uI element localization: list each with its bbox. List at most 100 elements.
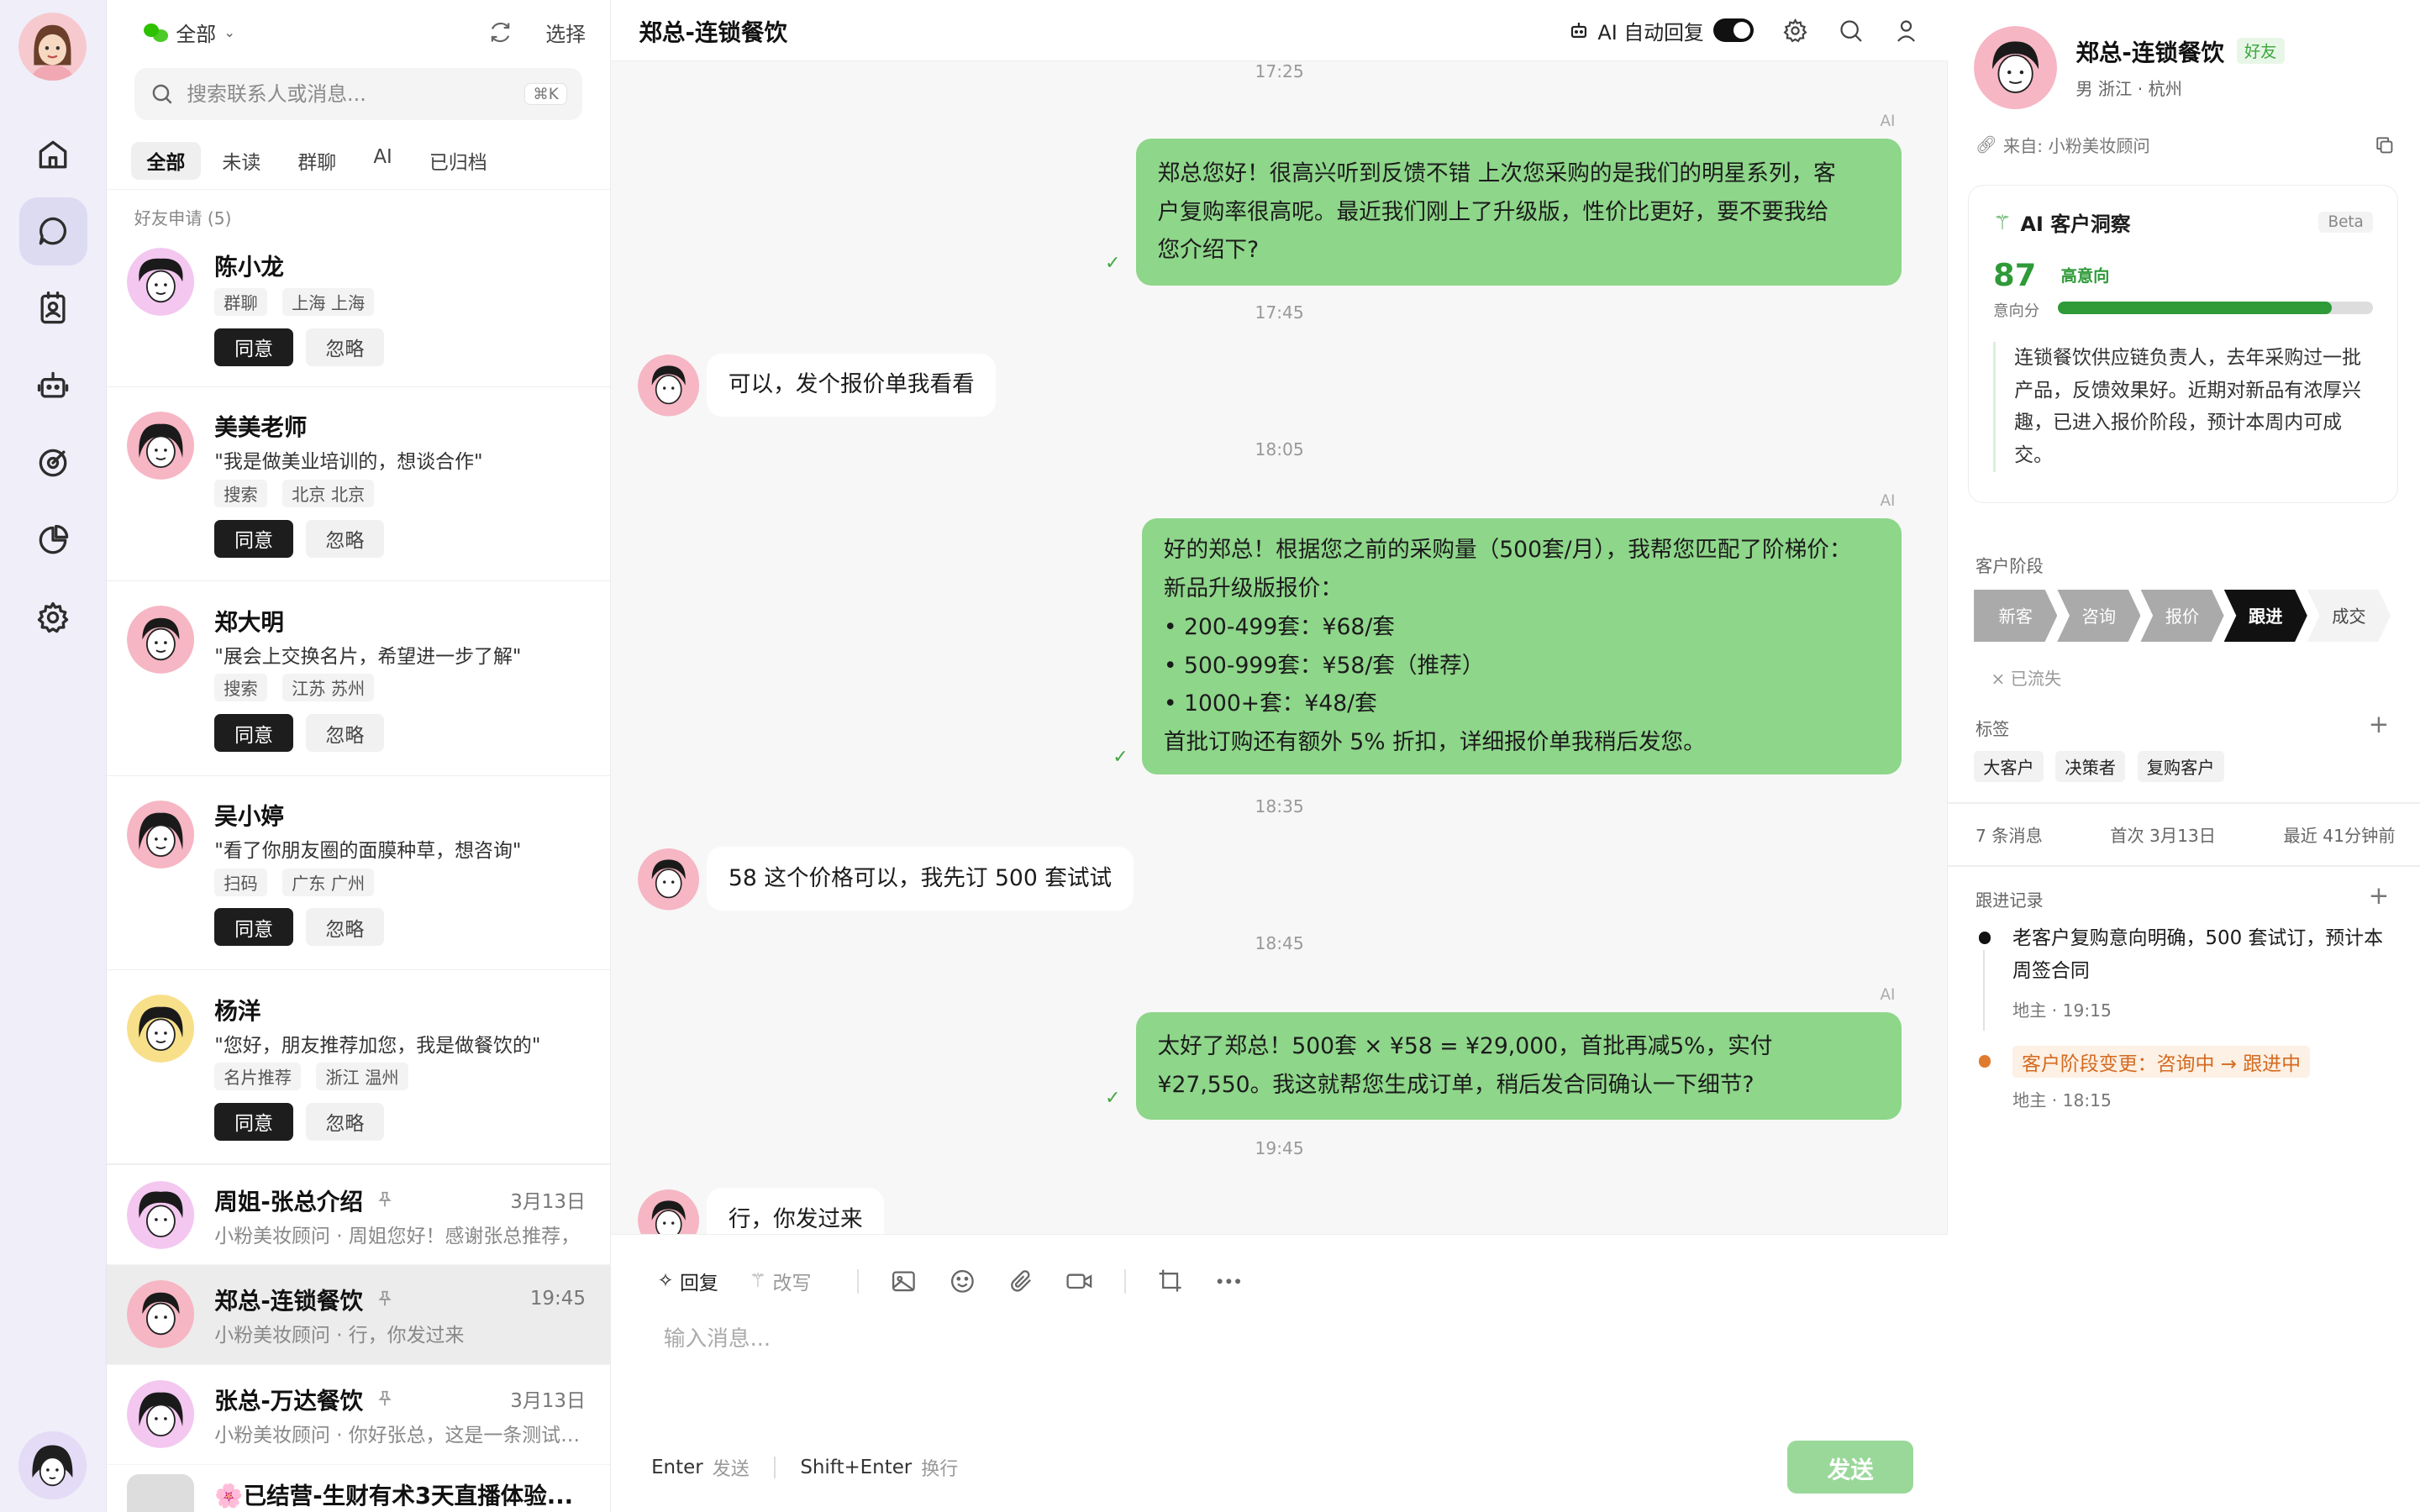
message-input[interactable]	[663, 1321, 1899, 1415]
request-name: 吴小婷	[214, 803, 284, 831]
nav-chat[interactable]	[18, 197, 87, 265]
conversation-name: 🌸已结营-生财有术3天直播体验...	[214, 1482, 574, 1509]
user-avatar[interactable]	[18, 12, 87, 81]
stage-2[interactable]: 咨询	[2057, 590, 2140, 642]
timestamp: 18:45	[1255, 933, 1304, 954]
nav-target[interactable]	[19, 429, 87, 497]
message-bubble-outgoing[interactable]: 郑总您好！很高兴听到反馈不错 上次您采购的是我们的明星系列，客 户复购率很高呢。…	[1135, 139, 1902, 286]
search-box: ⌘K	[134, 67, 583, 121]
select-button[interactable]: 选择	[545, 18, 586, 47]
agree-button[interactable]: 同意	[214, 328, 293, 366]
conversation-item[interactable]: 张总-万达餐饮 3月13日 小粉美妆顾问 · 你好张总，这是一条测试消息	[106, 1365, 611, 1466]
mark-lost-button[interactable]: × 已流失	[1991, 665, 2061, 690]
ignore-button[interactable]: 忽略	[305, 714, 385, 752]
message-bubble-incoming[interactable]: 行，你发过来	[707, 1188, 885, 1235]
ai-auto-reply: AI 自动回复	[1569, 16, 1754, 45]
more-icon	[1218, 1278, 1241, 1284]
rewrite-mode-button[interactable]: ⚚ 改写	[750, 1267, 812, 1295]
conversation-item[interactable]: 周姐-张总介绍 3月13日 小粉美妆顾问 · 周姐您好！感谢张总推荐，	[106, 1164, 611, 1265]
customer-tag[interactable]: 大客户	[1974, 751, 2044, 782]
contact-avatar	[637, 1189, 699, 1235]
ignore-button[interactable]: 忽略	[305, 1102, 385, 1141]
more-button[interactable]	[1213, 1266, 1244, 1297]
add-tag-button[interactable]: +	[2369, 710, 2390, 738]
ignore-button[interactable]: 忽略	[305, 908, 385, 947]
timestamp: 18:35	[1255, 795, 1304, 816]
contacts-icon	[40, 291, 66, 324]
message-line: 行，你发过来	[728, 1205, 863, 1232]
conversation-item-active[interactable]: 郑总-连锁餐饮 19:45 小粉美妆顾问 · 行，你发过来	[106, 1264, 611, 1366]
account-avatar[interactable]	[18, 1431, 87, 1500]
message-bubble-incoming[interactable]: 58 这个价格可以，我先订 500 套试试	[707, 847, 1134, 911]
agree-button[interactable]: 同意	[214, 519, 293, 558]
keyboard-hints: Enter 发送 Shift+Enter 换行	[651, 1454, 974, 1481]
customer-tag[interactable]: 复购客户	[2137, 751, 2224, 782]
agree-button[interactable]: 同意	[214, 714, 293, 752]
video-button[interactable]	[1064, 1266, 1095, 1297]
ai-auto-reply-toggle[interactable]	[1712, 18, 1754, 42]
stage-4[interactable]: 跟进	[2224, 590, 2307, 642]
conversation-preview: 小粉美妆顾问 · 行，你发过来	[214, 1324, 465, 1347]
timestamp: 19:45	[1255, 1138, 1304, 1159]
tab-groups[interactable]: 群聊	[282, 142, 352, 180]
contact-profile-button[interactable]	[1892, 17, 1920, 45]
account-filter-dropdown[interactable]: 全部 ⌄	[143, 18, 235, 47]
tab-all[interactable]: 全部	[131, 141, 201, 180]
stage-5[interactable]: 成交	[2307, 590, 2391, 642]
nav-stats[interactable]	[19, 506, 87, 574]
customer-tag[interactable]: 决策者	[2055, 751, 2126, 782]
emoji-button[interactable]	[947, 1266, 978, 1297]
pie-chart-icon	[39, 524, 69, 554]
tab-archived[interactable]: 已归档	[413, 142, 502, 180]
conversation-time: 3月13日	[510, 1390, 586, 1413]
chat-search-button[interactable]	[1837, 17, 1865, 45]
target-icon	[39, 449, 67, 477]
tags-label: 标签	[1975, 719, 2010, 740]
message-bubble-outgoing[interactable]: 太好了郑总！500套 × ¥58 = ¥29,000，首批再减5%，实付 ¥27…	[1135, 1011, 1902, 1121]
image-icon	[892, 1271, 915, 1292]
message-bubble-outgoing[interactable]: 好的郑总！根据您之前的采购量（500套/月），我帮您匹配了阶梯价： 新品升级版报…	[1142, 518, 1902, 775]
friend-request-item: 杨洋 "您好，朋友推荐加您，我是做餐饮的" 名片推荐 浙江 温州 同意 忽略	[106, 970, 611, 1165]
stage-1[interactable]: 新客	[1974, 590, 2057, 642]
contact-avatar	[637, 848, 699, 911]
image-button[interactable]	[888, 1266, 919, 1297]
attach-button[interactable]	[1006, 1266, 1037, 1297]
timestamp: 18:05	[1255, 439, 1304, 460]
request-location-tag: 浙江 温州	[316, 1063, 408, 1090]
gear-icon	[1783, 18, 1807, 43]
chat-header: 郑总-连锁餐饮 AI 自动回复	[611, 0, 1948, 62]
nav-settings[interactable]	[19, 583, 87, 651]
nav-contacts[interactable]	[19, 275, 87, 343]
request-message: "看了你朋友圈的面膜种草，想咨询"	[214, 840, 522, 863]
pin-icon	[377, 1191, 392, 1206]
chat-settings-button[interactable]	[1781, 17, 1809, 45]
nav-bot[interactable]	[19, 352, 87, 420]
tab-ai[interactable]: AI	[358, 142, 408, 180]
conversation-item[interactable]: 🌸已结营-生财有术3天直播体验...	[107, 1465, 611, 1512]
send-button[interactable]: 发送	[1786, 1441, 1914, 1494]
copy-icon[interactable]	[2374, 134, 2396, 156]
tab-unread[interactable]: 未读	[207, 142, 276, 180]
intent-score: 87	[1993, 256, 2037, 293]
message-bubble-incoming[interactable]: 可以，发个报价单我看看	[707, 353, 997, 417]
agree-button[interactable]: 同意	[214, 1102, 293, 1141]
ignore-button[interactable]: 忽略	[305, 328, 385, 366]
add-record-button[interactable]: +	[2369, 881, 2390, 910]
last-contact: 最近 41分钟前	[2283, 825, 2396, 846]
stage-3[interactable]: 报价	[2140, 590, 2223, 642]
nav-home[interactable]	[19, 120, 87, 188]
search-input[interactable]	[187, 82, 525, 107]
refresh-icon[interactable]	[487, 18, 514, 46]
agree-button[interactable]: 同意	[214, 908, 293, 947]
reply-mode-button[interactable]: ✧ 回复	[657, 1267, 718, 1295]
link-icon: 🔗︎	[1975, 134, 1997, 155]
screenshot-button[interactable]	[1155, 1266, 1186, 1297]
conversation-time: 3月13日	[510, 1190, 586, 1213]
conversation-preview: 小粉美妆顾问 · 周姐您好！感谢张总推荐，	[214, 1225, 581, 1247]
message-list[interactable]: 17:25 AI 郑总您好！很高兴听到反馈不错 上次您采购的是我们的明星系列，客…	[611, 61, 1948, 1235]
chat-icon	[39, 218, 67, 245]
intent-score-fill	[2058, 302, 2333, 314]
ignore-button[interactable]: 忽略	[305, 519, 385, 558]
request-source-tag: 名片推荐	[214, 1063, 302, 1090]
follow-up-record: 老客户复购意向明确，500 套试订，预计本周签合同 地主 · 19:15	[1978, 922, 2396, 1031]
